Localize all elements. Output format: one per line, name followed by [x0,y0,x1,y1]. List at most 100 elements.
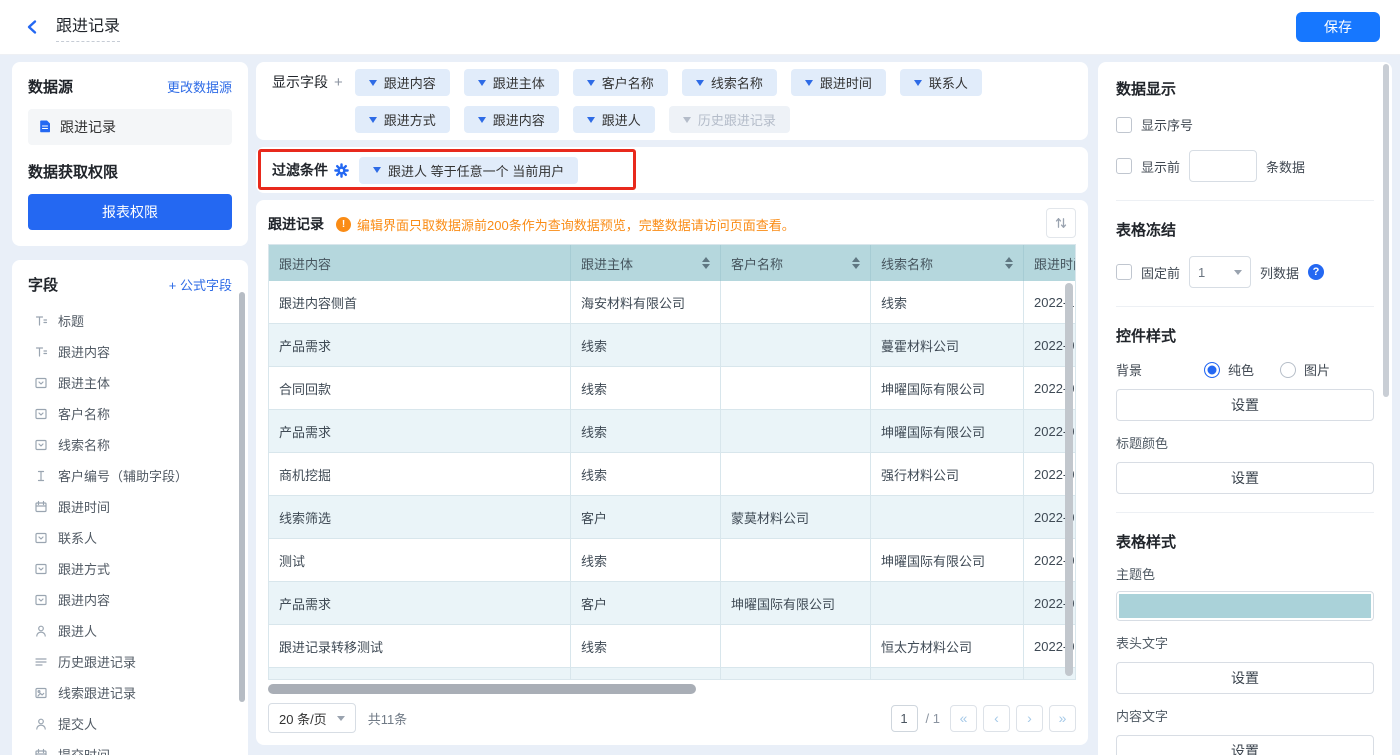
table-row: 产品需求线索坤曜国际有限公司2022-06 [269,410,1076,453]
settings-scrollbar[interactable] [1383,64,1389,397]
pagination-bar: 20 条/页 共11条 1 / 1 « ‹ › » [268,703,1076,733]
chevron-down-icon [478,117,486,123]
prev-page-button[interactable]: ‹ [983,705,1010,732]
text-field-icon [34,344,49,359]
freeze-heading: 表格冻结 [1116,219,1374,240]
show-top-checkbox[interactable] [1116,158,1132,174]
add-display-field-button[interactable]: + [334,69,343,96]
table-cell: 线索 [571,367,721,410]
field-item[interactable]: 提交时间 [12,739,248,755]
display-field-chip[interactable]: 跟进时间 [791,69,886,96]
table-cell: 海安材料有限公司 [571,281,721,324]
content-text-label: 内容文字 [1116,706,1374,725]
first-page-button[interactable]: « [950,705,977,732]
filter-label: 过滤条件 [272,160,328,180]
gear-icon[interactable] [334,163,349,178]
field-item[interactable]: 历史跟进记录 [12,646,248,677]
chevron-down-icon [696,80,704,86]
chevron-down-icon [478,80,486,86]
field-item[interactable]: 跟进人 [12,615,248,646]
sort-order-icon [1054,216,1068,230]
last-page-button[interactable]: » [1049,705,1076,732]
page-size-select[interactable]: 20 条/页 [268,703,356,733]
background-set-button[interactable]: 设置 [1116,389,1374,421]
field-item[interactable]: 跟进时间 [12,491,248,522]
display-field-chip[interactable]: 线索名称 [682,69,777,96]
table-inner: 跟进内容跟进主体客户名称线索名称跟进时间 跟进内容侧首海安材料有限公司线索202… [269,245,1076,680]
widget-style-heading: 控件样式 [1116,325,1374,346]
field-item[interactable]: 线索跟进记录 [12,677,248,708]
datasource-item[interactable]: 跟进记录 [28,109,232,145]
title-color-set-button[interactable]: 设置 [1116,462,1374,494]
display-field-chip[interactable]: 跟进主体 [464,69,559,96]
next-page-button[interactable]: › [1016,705,1043,732]
report-permission-button[interactable]: 报表权限 [28,194,232,230]
table-vertical-scrollbar[interactable] [1065,283,1073,676]
display-field-chip[interactable]: 客户名称 [573,69,668,96]
solid-color-radio[interactable] [1204,362,1220,378]
table-header-row: 跟进内容跟进主体客户名称线索名称跟进时间 [269,245,1076,281]
table-cell [721,281,871,324]
background-label: 背景 [1116,360,1204,379]
field-item[interactable]: 联系人 [12,522,248,553]
data-display-heading: 数据显示 [1116,78,1374,99]
settings-sidebar: 数据显示 显示序号 显示前 条数据 表格冻结 固定前 1 列数据 ? 控件样式 … [1098,62,1392,755]
chevron-down-icon [373,167,381,173]
field-item[interactable]: 线索名称 [12,429,248,460]
select-field-icon [34,592,49,607]
field-item[interactable]: 跟进内容 [12,336,248,367]
display-field-chip[interactable]: 跟进内容 [464,106,559,133]
preview-title: 跟进记录 [268,214,324,234]
field-item[interactable]: 标题 [12,305,248,336]
theme-color-picker[interactable] [1116,591,1374,621]
freeze-count-select[interactable]: 1 [1189,256,1251,288]
row-order-button[interactable] [1046,208,1076,238]
content-text-set-button[interactable]: 设置 [1116,735,1374,755]
header-text-set-button[interactable]: 设置 [1116,662,1374,694]
help-icon[interactable]: ? [1308,264,1324,280]
table-cell: 线索 [571,324,721,367]
display-field-chip[interactable]: 跟进人 [573,106,655,133]
sort-icon[interactable] [852,257,860,269]
field-item[interactable]: 提交人 [12,708,248,739]
table-horizontal-scrollbar[interactable] [268,684,696,694]
add-formula-field-link[interactable]: + 公式字段 [169,275,232,294]
chevron-left-icon [29,22,35,33]
column-header[interactable]: 跟进主体 [571,245,721,281]
display-field-chip[interactable]: 联系人 [900,69,982,96]
fields-scrollbar[interactable] [239,292,245,702]
sort-icon[interactable] [702,257,710,269]
column-header[interactable]: 线索名称 [871,245,1024,281]
image-radio[interactable] [1280,362,1296,378]
table-cell: 线索 [571,539,721,582]
field-item[interactable]: 跟进内容 [12,584,248,615]
page-of-label: / 1 [926,711,940,726]
current-page-input[interactable]: 1 [891,705,918,732]
column-header[interactable]: 客户名称 [721,245,871,281]
chevron-down-icon [337,716,345,721]
back-button[interactable] [20,14,46,40]
display-field-chip[interactable]: 跟进内容 [355,69,450,96]
table-cell: 蒙莫材料公司 [721,496,871,539]
field-item[interactable]: 跟进方式 [12,553,248,584]
page-size-value: 20 条/页 [279,709,327,728]
table-cell: 坤曜国际有限公司 [871,539,1024,582]
display-field-chip[interactable]: 历史跟进记录 [669,106,790,133]
show-top-count-input[interactable] [1189,150,1257,182]
show-index-checkbox[interactable] [1116,117,1132,133]
field-item[interactable]: 客户名称 [12,398,248,429]
sort-icon[interactable] [1005,257,1013,269]
filter-condition-chip[interactable]: 跟进人 等于任意一个 当前用户 [359,157,578,184]
column-header: 跟进时间 [1024,245,1076,281]
field-item[interactable]: 客户编号（辅助字段） [12,460,248,491]
freeze-checkbox[interactable] [1116,264,1132,280]
table-row: 产品需求线索蔓霍材料公司2022-06 [269,324,1076,367]
display-field-chip[interactable]: 跟进方式 [355,106,450,133]
table-row: 跟进记录转移测试线索恒太方材料公司2022-06 [269,625,1076,668]
save-button[interactable]: 保存 [1296,12,1380,42]
chevron-down-icon [587,80,595,86]
filter-card: 过滤条件 跟进人 等于任意一个 当前用户 [256,147,1088,193]
datasource-item-label: 跟进记录 [60,117,116,137]
field-item[interactable]: 跟进主体 [12,367,248,398]
change-datasource-link[interactable]: 更改数据源 [167,77,232,96]
